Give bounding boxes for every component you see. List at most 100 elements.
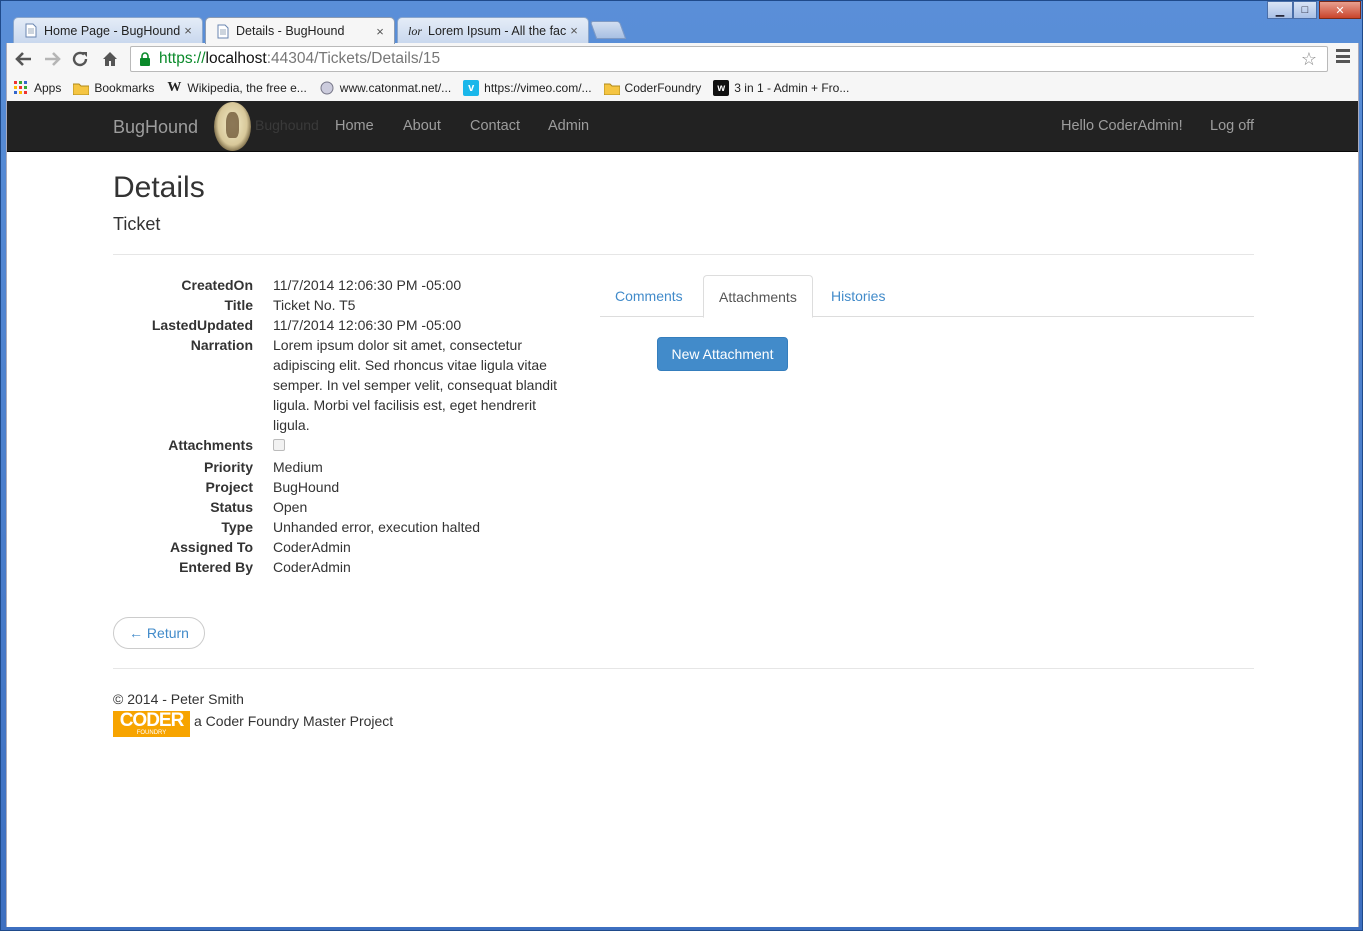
wikipedia-icon: W (167, 80, 182, 95)
bookmark-3in1-admin[interactable]: w 3 in 1 - Admin + Fro... (713, 80, 849, 96)
tab-close-icon[interactable]: × (566, 23, 582, 38)
bookmark-label: Apps (34, 81, 62, 95)
close-window-button[interactable]: ✕ (1319, 1, 1361, 19)
svg-text:lor: lor (408, 24, 422, 38)
browser-tab-home[interactable]: Home Page - BugHound × (13, 17, 203, 43)
vimeo-icon: v (463, 80, 480, 96)
page-title: Details (113, 171, 205, 204)
detail-label: Narration (190, 337, 253, 353)
logoff-link[interactable]: Log off (1210, 118, 1254, 134)
logo-text: CODER (119, 710, 185, 731)
bookmarks-bar: Apps Bookmarks W Wikipedia, the free e..… (6, 75, 1359, 101)
url-path: :44304/Tickets/Details/15 (266, 50, 441, 67)
wrapbootstrap-icon: w (713, 80, 730, 96)
new-attachment-button[interactable]: New Attachment (657, 337, 788, 371)
detail-value: 11/7/2014 12:06:30 PM -05:00 (273, 277, 462, 293)
bookmark-label: https://vimeo.com/... (484, 81, 592, 95)
user-greeting-link[interactable]: Hello CoderAdmin! (1061, 118, 1183, 134)
maximize-button[interactable]: □ (1293, 1, 1317, 19)
home-icon (103, 52, 117, 66)
detail-label: Project (205, 479, 253, 495)
browser-window: Home Page - BugHound × Details - BugHoun… (0, 0, 1363, 931)
ticket-details-list: CreatedOn 11/7/2014 12:06:30 PM -05:00 Ti… (113, 275, 573, 577)
detail-row-attachments: Attachments (113, 435, 573, 457)
ticket-tabs: Comments Attachments Histories (600, 275, 1254, 318)
browser-tab-details[interactable]: Details - BugHound × (205, 17, 395, 44)
new-tab-button[interactable] (589, 21, 627, 39)
reload-icon (72, 51, 88, 67)
detail-value: Unhanded error, execution halted (273, 519, 481, 535)
detail-label: Assigned To (170, 539, 253, 555)
detail-value (273, 435, 573, 457)
folder-icon (73, 80, 90, 96)
bughound-logo[interactable] (214, 102, 251, 151)
bookmark-catonmat[interactable]: www.catonmat.net/... (319, 80, 451, 96)
lorem-ipsum-icon: lor (408, 24, 422, 38)
detail-value: 11/7/2014 12:06:30 PM -05:00 (273, 317, 462, 333)
detail-row-type: Type Unhanded error, execution halted (113, 517, 573, 537)
footer-tagline: a Coder Foundry Master Project (194, 713, 394, 729)
reload-button[interactable] (69, 48, 91, 70)
tab-attachments[interactable]: Attachments (703, 275, 813, 318)
bookmark-wikipedia[interactable]: W Wikipedia, the free e... (166, 80, 306, 96)
logo-subtext: FOUNDRY (136, 730, 167, 736)
brand-ghost-text: Bughound (255, 117, 319, 133)
url-host: localhost (205, 50, 267, 67)
bookmark-apps[interactable]: Apps (13, 80, 61, 96)
tab-close-icon[interactable]: × (180, 23, 196, 38)
bookmark-label: 3 in 1 - Admin + Fro... (734, 81, 850, 95)
catonmat-icon (319, 80, 335, 96)
detail-label: Attachments (168, 437, 253, 453)
detail-row-createdon: CreatedOn 11/7/2014 12:06:30 PM -05:00 (113, 275, 573, 295)
bookmark-star-icon[interactable]: ☆ (1301, 49, 1317, 70)
page-icon (25, 23, 37, 38)
tab-close-icon[interactable]: × (372, 24, 388, 39)
detail-value: CoderAdmin (273, 539, 351, 555)
detail-value: Ticket No. T5 (273, 297, 356, 313)
folder-icon (603, 80, 620, 96)
browser-tab-lorem[interactable]: lor Lorem Ipsum - All the fact × (397, 17, 589, 43)
bookmark-label: www.catonmat.net/... (339, 81, 452, 95)
detail-row-project: Project BugHound (113, 477, 573, 497)
detail-row-narration: Narration Lorem ipsum dolor sit amet, con… (113, 335, 573, 435)
divider (113, 254, 1254, 255)
detail-row-entered-by: Entered By CoderAdmin (113, 557, 573, 577)
bookmark-vimeo[interactable]: v https://vimeo.com/... (463, 80, 592, 96)
nav-contact[interactable]: Contact (470, 118, 520, 134)
url-scheme: https:// (159, 50, 206, 67)
tab-title: Lorem Ipsum - All the fact (428, 23, 566, 38)
bookmark-coderfoundry-folder[interactable]: CoderFoundry (603, 80, 702, 96)
nav-home[interactable]: Home (335, 118, 374, 134)
browser-toolbar: https://localhost:44304/Tickets/Details/… (6, 43, 1359, 75)
detail-value: Lorem ipsum dolor sit amet, consectetur … (273, 337, 558, 433)
back-button[interactable] (13, 48, 35, 70)
detail-value: Open (273, 499, 308, 515)
address-bar[interactable]: https://localhost:44304/Tickets/Details/… (130, 46, 1328, 72)
chrome-menu-button[interactable] (1336, 49, 1350, 63)
nav-admin[interactable]: Admin (548, 118, 589, 134)
bookmark-label: Bookmarks (94, 81, 155, 95)
forward-button[interactable] (41, 48, 63, 70)
tab-histories[interactable]: Histories (816, 275, 900, 317)
apps-grid-icon (13, 80, 29, 96)
bookmark-label: CoderFoundry (624, 81, 702, 95)
page-subtitle: Ticket (113, 214, 161, 234)
attachments-checkbox[interactable] (273, 439, 285, 451)
return-button[interactable]: ← Return (113, 617, 205, 649)
minimize-button[interactable]: ▁ (1267, 1, 1293, 19)
nav-about[interactable]: About (403, 118, 441, 134)
detail-label: CreatedOn (181, 277, 253, 293)
coder-foundry-logo[interactable]: CODER FOUNDRY (113, 711, 190, 737)
bookmark-bookmarks-folder[interactable]: Bookmarks (73, 80, 154, 96)
detail-label: Type (221, 519, 253, 535)
tab-comments[interactable]: Comments (600, 275, 698, 317)
forward-arrow-icon (45, 52, 61, 66)
lock-icon (140, 52, 150, 66)
detail-row-lastedupdated: LastedUpdated 11/7/2014 12:06:30 PM -05:0… (113, 315, 573, 335)
tab-strip: Home Page - BugHound × Details - BugHoun… (1, 1, 1363, 44)
page-icon (217, 24, 229, 38)
brand-link[interactable]: BugHound (113, 117, 198, 138)
detail-row-priority: Priority Medium (113, 457, 573, 477)
detail-label: Title (224, 297, 253, 313)
home-button[interactable] (99, 48, 121, 70)
